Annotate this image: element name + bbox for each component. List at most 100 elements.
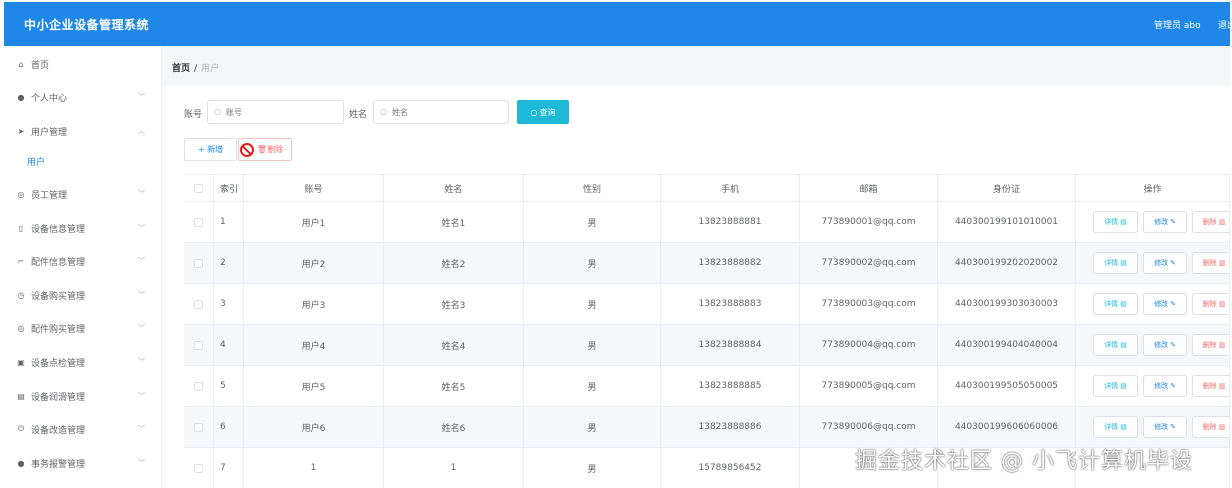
edit-button[interactable]: 修改 ✎	[1143, 334, 1187, 356]
detail-button[interactable]: 详情 ▤	[1093, 252, 1138, 274]
sidebar-item[interactable]: ⏻ 设备改造管理 ﹀	[4, 419, 162, 439]
row-checkbox[interactable]	[194, 381, 203, 391]
row-checkbox[interactable]	[194, 422, 203, 432]
table-row: 1 用户1 姓名1 男 13823888881 773890001@qq.com 44030…	[184, 202, 1230, 243]
row-checkbox[interactable]	[194, 299, 203, 309]
remove-button[interactable]: 删除 ▥	[1192, 416, 1229, 438]
add-button[interactable]: + 新增	[184, 138, 237, 161]
cell-email: 773890004@qq.com	[800, 325, 938, 365]
checkbox-cell	[184, 284, 214, 324]
account-label: 账号	[184, 110, 203, 120]
table-row: 2 用户2 姓名2 男 13823888882 773890002@qq.com 44030…	[184, 243, 1230, 284]
detail-button[interactable]: 详情 ▤	[1093, 293, 1138, 315]
cell-idcard: 440300199303030003	[938, 284, 1076, 324]
remove-button[interactable]: 删除 ▥	[1192, 375, 1229, 397]
sidebar-item-label: 事务报警管理	[31, 459, 86, 470]
row-checkbox[interactable]	[194, 340, 203, 350]
edit-button-label: 修改	[1154, 300, 1169, 308]
detail-button-label: 详情	[1104, 382, 1119, 390]
detail-button[interactable]: 详情 ▤	[1093, 211, 1138, 233]
sidebar-subitem-user[interactable]: 用户	[4, 152, 162, 170]
edit-button[interactable]: 修改 ✎	[1143, 416, 1187, 438]
info-icon: ▤	[1120, 341, 1127, 349]
sidebar-item[interactable]: ▣ 设备点检管理 ﹀	[4, 352, 162, 372]
send-icon: ➤	[17, 126, 25, 136]
chevron-down-icon: ﹀	[138, 392, 145, 400]
cell-index: 5	[214, 366, 244, 406]
sidebar-item[interactable]: ◎ 员工管理 ﹀	[4, 184, 162, 204]
sidebar-item[interactable]: ● 事务报警管理 ﹀	[4, 453, 162, 473]
sidebar-item[interactable]: ● 个人中心 ﹀	[4, 87, 162, 107]
row-checkbox[interactable]	[194, 258, 203, 268]
row-checkbox[interactable]	[194, 217, 203, 227]
remove-button[interactable]: 删除 ▥	[1192, 252, 1229, 274]
logout-link[interactable]: 退出	[1218, 18, 1230, 31]
cell-gender: 男	[524, 407, 661, 447]
cell-name: 姓名5	[384, 366, 524, 406]
detail-button-label: 详情	[1104, 341, 1119, 349]
sidebar-item-label: 设备信息管理	[31, 224, 86, 235]
cell-name: 1	[384, 448, 524, 488]
table-row: 6 用户6 姓名6 男 13823888886 773890006@qq.com 44030…	[184, 407, 1230, 448]
cell-account: 用户2	[244, 243, 384, 283]
edit-button[interactable]: 修改 ✎	[1143, 375, 1187, 397]
sidebar-item[interactable]: ⌐ 配件信息管理 ﹀	[4, 251, 162, 271]
remove-button[interactable]: 删除 ▥	[1192, 334, 1229, 356]
pencil-icon: ✎	[1170, 259, 1176, 267]
sidebar-item-label: 员工管理	[31, 190, 68, 201]
checkbox-cell	[184, 448, 214, 488]
checkbox-cell	[184, 202, 214, 242]
sidebar-item[interactable]: ▯ 设备信息管理 ﹀	[4, 218, 162, 238]
breadcrumb-home[interactable]: 首页	[172, 64, 190, 74]
detail-button[interactable]: 详情 ▤	[1093, 416, 1138, 438]
cell-account: 用户4	[244, 325, 384, 365]
cell-index: 1	[214, 202, 244, 242]
edit-button-label: 修改	[1154, 218, 1169, 226]
query-button-label: 查询	[539, 107, 556, 117]
account-search-input[interactable]	[207, 100, 344, 124]
delete-button-label: 删除	[267, 145, 284, 154]
sidebar-item[interactable]: ⌂ 首页	[4, 54, 162, 74]
detail-button[interactable]: 详情 ▤	[1093, 334, 1138, 356]
cell-idcard: 440300199505050005	[938, 366, 1076, 406]
trash-icon: ▥	[1218, 218, 1226, 226]
sidebar-item[interactable]: ➤ 用户管理 ︿	[4, 121, 162, 141]
cell-idcard: 440300199202020002	[938, 243, 1076, 283]
sidebar-item[interactable]: ◷ 设备购买管理 ﹀	[4, 285, 162, 305]
sidebar-item[interactable]: ◎ 配件购买管理 ﹀	[4, 318, 162, 338]
detail-button[interactable]: 详情 ▤	[1093, 375, 1138, 397]
prohibited-icon	[240, 143, 254, 157]
document-icon: ▤	[17, 391, 25, 401]
user-icon: ●	[17, 92, 25, 102]
name-search-input[interactable]	[373, 100, 509, 124]
pencil-icon: ✎	[1170, 300, 1176, 308]
row-checkbox[interactable]	[194, 463, 203, 473]
row-checkbox[interactable]	[194, 183, 203, 193]
cell-gender: 男	[524, 202, 661, 242]
remove-button[interactable]: 删除 ▥	[1192, 293, 1229, 315]
trash-icon: ▥	[1218, 382, 1226, 390]
table-row: 4 用户4 姓名4 男 13823888884 773890004@qq.com 44030…	[184, 325, 1230, 366]
checkbox-cell	[184, 325, 214, 365]
edit-button[interactable]: 修改 ✎	[1143, 293, 1187, 315]
trash-icon: ▥	[1218, 259, 1226, 267]
edit-button-label: 修改	[1154, 382, 1169, 390]
cell-email: 773890006@qq.com	[800, 407, 938, 447]
sidebar-item[interactable]: ▤ 设备润滑管理 ﹀	[4, 386, 162, 406]
power-icon: ⏻	[17, 424, 25, 433]
sidebar: ⌂ 首页 ● 个人中心 ﹀ ➤ 用户管理 ︿ ◎ 员工管理 ﹀ ▯ 设备信息管理 ﹀ ⌐ 配件信息管理 ﹀ ◷ 设备…	[4, 46, 162, 488]
column-header: 姓名	[384, 175, 524, 201]
cell-gender: 男	[524, 325, 661, 365]
edit-button[interactable]: 修改 ✎	[1143, 211, 1187, 233]
cell-idcard: 440300199606060006	[938, 407, 1076, 447]
remove-button[interactable]: 删除 ▥	[1192, 211, 1229, 233]
row-actions: 详情 ▤ 修改 ✎ 删除 ▥	[1076, 243, 1230, 283]
edit-button[interactable]: 修改 ✎	[1143, 252, 1187, 274]
top-header: 中小企业设备管理系统 管理员 abo 退出	[4, 2, 1230, 46]
cell-account: 用户3	[244, 284, 384, 324]
query-button[interactable]: ○ 查询	[517, 100, 569, 124]
row-actions: 详情 ▤ 修改 ✎ 删除 ▥	[1076, 325, 1230, 365]
column-header: 手机	[661, 175, 800, 201]
cell-email: 773890005@qq.com	[800, 366, 938, 406]
chevron-down-icon: ﹀	[138, 257, 145, 265]
